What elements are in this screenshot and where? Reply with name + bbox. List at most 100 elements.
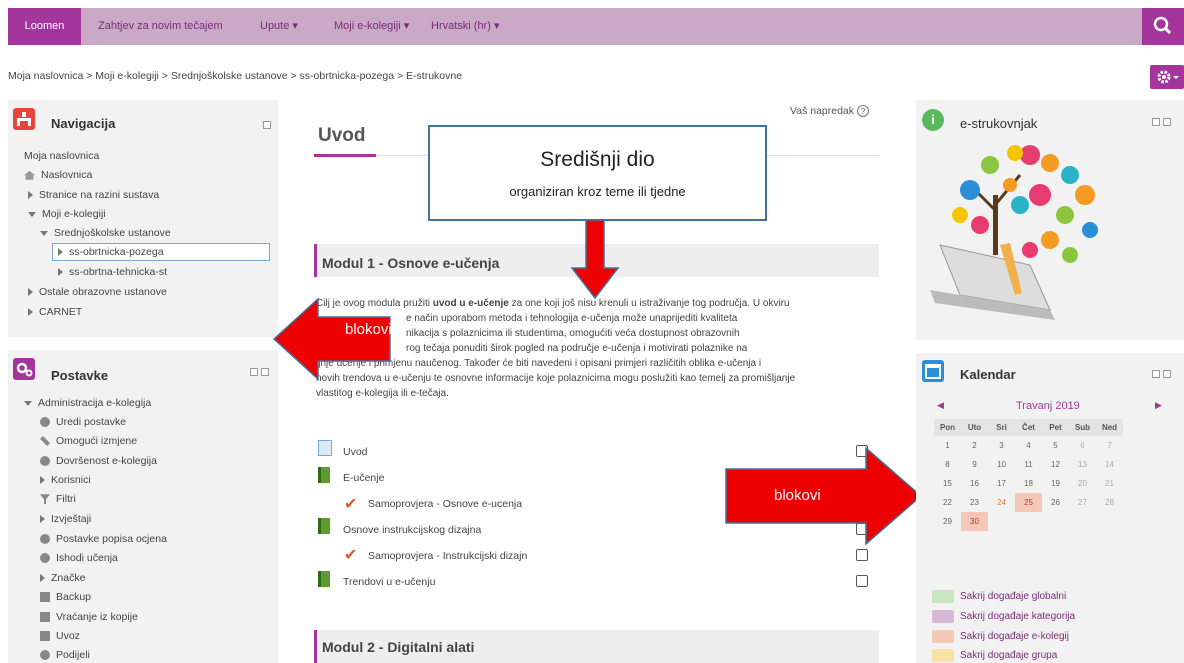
nav-site-pages[interactable]: Stranice na razini sustava [28, 189, 159, 201]
settings-share[interactable]: Podijeli [40, 649, 90, 661]
settings-restore[interactable]: Vraćanje iz kopije [40, 611, 138, 623]
calendar-day[interactable]: 24 [988, 493, 1015, 512]
calendar-day[interactable]: 4 [1015, 436, 1042, 455]
dock-icon[interactable] [261, 368, 269, 376]
nav-ss-obrtna[interactable]: ss-obrtna-tehnicka-st [58, 266, 167, 278]
hide-global-events[interactable]: Sakrij događaje globalni [960, 591, 1066, 602]
chevron-right-icon [28, 288, 33, 297]
nav-my-home[interactable]: Moja naslovnica [24, 150, 99, 162]
activity-link[interactable]: Samoprovjera - Osnove e-ucenja [368, 498, 522, 510]
settings-enable-editing[interactable]: Omogući izmjene [40, 435, 137, 447]
completion-checkbox[interactable] [856, 549, 868, 561]
calendar-day[interactable]: 28 [1096, 493, 1123, 512]
settings-import[interactable]: Uvoz [40, 630, 80, 642]
nav-other-institutions[interactable]: Ostale obrazovne ustanove [28, 286, 167, 298]
nav-ss-obrtnicka[interactable]: ss-obrtnicka-pozega [58, 246, 164, 258]
activity-link[interactable]: Osnove instrukcijskog dizajna [343, 524, 481, 536]
calendar-day[interactable]: 21 [1096, 474, 1123, 493]
nav-request-course[interactable]: Zahtjev za novim tečajem [98, 8, 223, 45]
settings-badges[interactable]: Značke [40, 572, 85, 584]
calendar-day[interactable]: 29 [934, 512, 961, 531]
filter-icon [40, 494, 50, 505]
settings-filters-label: Filtri [56, 493, 76, 505]
settings-course-admin[interactable]: Administracija e-kolegija [24, 397, 151, 409]
dock-icon[interactable] [1163, 370, 1171, 378]
calendar-day[interactable]: 10 [988, 455, 1015, 474]
eye-icon[interactable] [932, 630, 954, 643]
settings-edit-label: Uredi postavke [56, 416, 127, 428]
calendar-day[interactable]: 12 [1042, 455, 1069, 474]
prev-month-icon[interactable]: ◀ [937, 400, 944, 411]
calendar-day[interactable]: 14 [1096, 455, 1123, 474]
settings-users[interactable]: Korisnici [40, 474, 91, 486]
activity-link[interactable]: Trendovi u e-učenju [343, 576, 435, 588]
calendar-day[interactable]: 3 [988, 436, 1015, 455]
gear-icon [1157, 70, 1179, 84]
settings-reports[interactable]: Izvještaji [40, 513, 91, 525]
settings-outcomes[interactable]: Ishodi učenja [40, 552, 118, 564]
nav-secondary-schools[interactable]: Srednjoškolske ustanove [40, 227, 171, 239]
help-icon[interactable]: ? [856, 105, 869, 117]
calendar-day[interactable]: 20 [1069, 474, 1096, 493]
search-button[interactable] [1142, 8, 1184, 45]
calendar-day[interactable]: 15 [934, 474, 961, 493]
calendar-day[interactable]: 2 [961, 436, 988, 455]
calendar-day[interactable]: 9 [961, 455, 988, 474]
calendar-day[interactable]: 17 [988, 474, 1015, 493]
calendar-day[interactable]: 7 [1096, 436, 1123, 455]
chevron-right-icon [40, 515, 45, 524]
settings-edit[interactable]: Uredi postavke [40, 416, 126, 428]
calendar-day[interactable]: 19 [1042, 474, 1069, 493]
calendar-day[interactable]: 27 [1069, 493, 1096, 512]
calendar-day[interactable]: 22 [934, 493, 961, 512]
calendar-day-event[interactable]: 30 [961, 512, 988, 531]
navigation-title: Navigacija [51, 116, 116, 131]
calendar-day[interactable]: 23 [961, 493, 988, 512]
settings-completion[interactable]: Dovršenost e-kolegija [40, 455, 157, 467]
nav-home[interactable]: Naslovnica [24, 169, 92, 181]
eye-icon[interactable] [932, 610, 954, 623]
next-month-icon[interactable]: ▶ [1155, 400, 1162, 411]
settings-course-admin-label: Administracija e-kolegija [38, 397, 152, 409]
calendar-day[interactable]: 16 [961, 474, 988, 493]
calendar-day-today[interactable]: 25 [1015, 493, 1042, 512]
nav-help[interactable]: Upute ▾ [260, 8, 298, 45]
collapse-icon[interactable] [1152, 118, 1160, 126]
calendar-day [1015, 512, 1042, 531]
nav-my-courses-tree[interactable]: Moji e-kolegiji [28, 208, 106, 220]
calendar-day[interactable]: 13 [1069, 455, 1096, 474]
brand-link[interactable]: Loomen [8, 8, 81, 45]
calendar-day [1069, 512, 1096, 531]
dock-icon[interactable] [1163, 118, 1171, 126]
hide-group-events[interactable]: Sakrij događaje grupa [960, 650, 1057, 661]
hide-category-events[interactable]: Sakrij događaje kategorija [960, 611, 1075, 622]
collapse-icon[interactable] [1152, 370, 1160, 378]
calendar-day[interactable]: 8 [934, 455, 961, 474]
eye-icon[interactable] [932, 649, 954, 662]
calendar-day[interactable]: 1 [934, 436, 961, 455]
nav-carnet[interactable]: CARNET [28, 306, 82, 318]
nav-my-courses[interactable]: Moji e-kolegiji ▾ [334, 8, 409, 45]
calendar-day[interactable]: 26 [1042, 493, 1069, 512]
activity-link[interactable]: E-učenje [343, 472, 384, 484]
completion-checkbox[interactable] [856, 575, 868, 587]
hide-course-events[interactable]: Sakrij događaje e-kolegij [960, 631, 1069, 642]
settings-gradebook[interactable]: Postavke popisa ocjena [40, 533, 167, 545]
calendar-day[interactable]: 5 [1042, 436, 1069, 455]
breadcrumb[interactable]: Moja naslovnica > Moji e-kolegiji > Sred… [8, 70, 462, 82]
settings-backup[interactable]: Backup [40, 591, 91, 603]
collapse-icon[interactable] [250, 368, 258, 376]
collapse-icon[interactable] [263, 121, 271, 129]
settings-filters[interactable]: Filtri [40, 493, 76, 505]
calendar-day[interactable]: 18 [1015, 474, 1042, 493]
settings-menu-button[interactable] [1150, 65, 1184, 89]
activity-link[interactable]: Samoprovjera - Instrukcijski dizajn [368, 550, 527, 562]
section-title: Uvod [318, 125, 366, 146]
nav-language[interactable]: Hrvatski (hr) ▾ [431, 8, 499, 45]
calendar-day[interactable]: 11 [1015, 455, 1042, 474]
activity-link[interactable]: Uvod [343, 446, 368, 458]
settings-title: Postavke [51, 368, 109, 383]
calendar-day[interactable]: 6 [1069, 436, 1096, 455]
pencil-icon [40, 436, 50, 447]
eye-icon[interactable] [932, 590, 954, 603]
